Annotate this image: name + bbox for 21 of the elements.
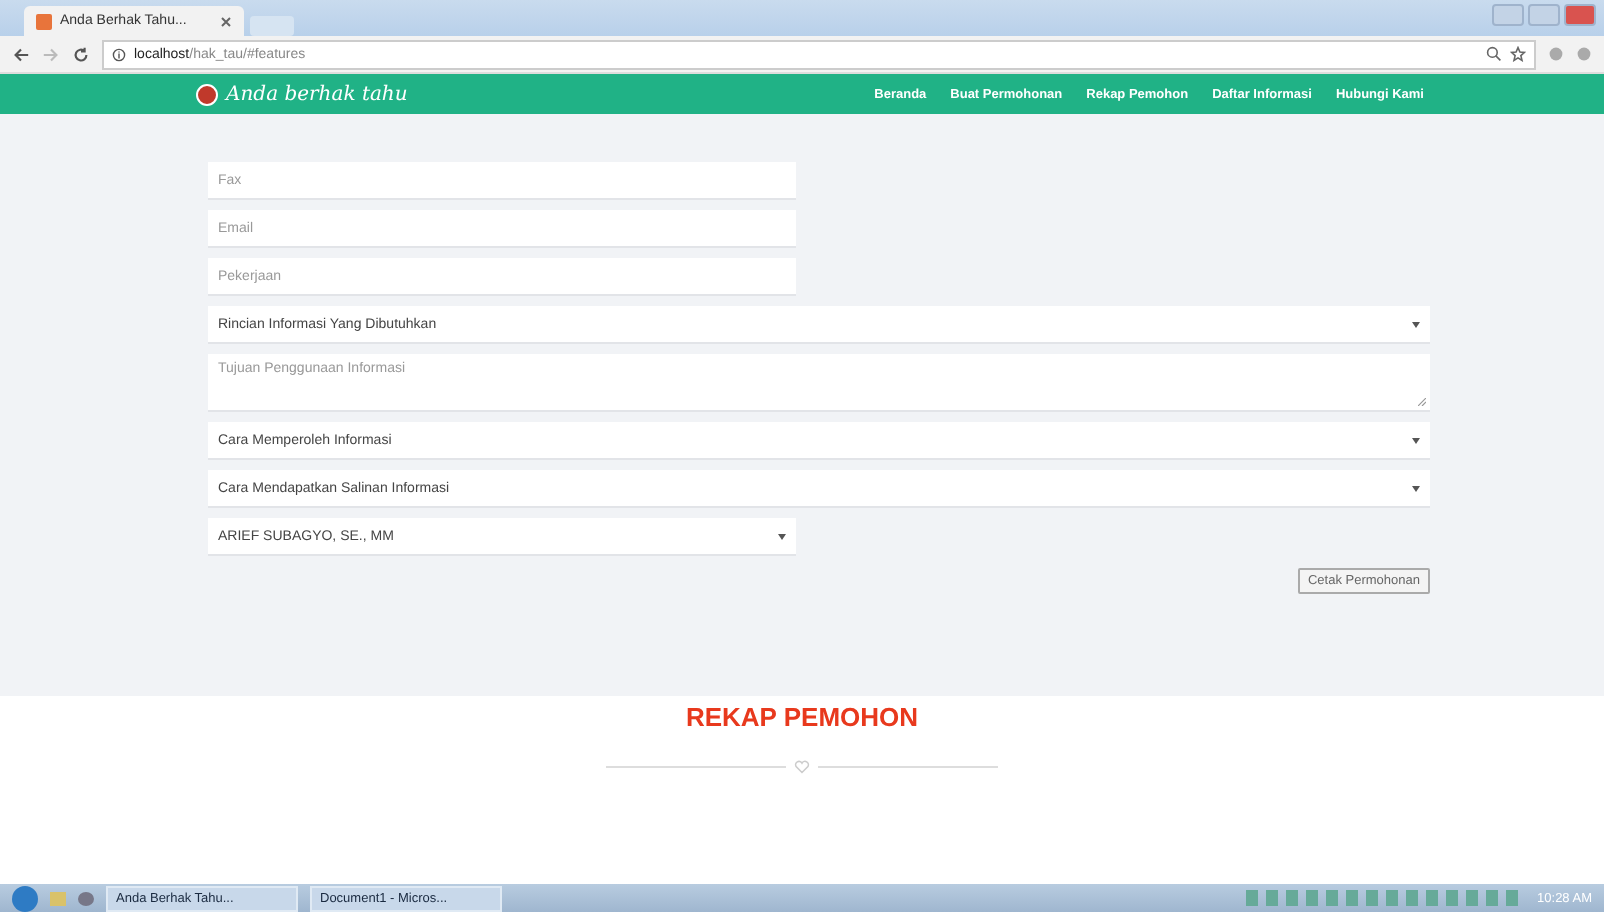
caret-icon bbox=[1412, 437, 1420, 443]
reload-icon[interactable] bbox=[72, 45, 90, 63]
info-icon bbox=[112, 47, 126, 61]
close-icon[interactable] bbox=[220, 15, 232, 27]
forward-arrow-icon[interactable] bbox=[42, 45, 60, 63]
caret-icon bbox=[1412, 321, 1420, 327]
minimize-button[interactable] bbox=[1492, 4, 1524, 26]
section-title: REKAP PEMOHON bbox=[685, 702, 919, 732]
zoom-icon[interactable] bbox=[1486, 46, 1502, 62]
maximize-button[interactable] bbox=[1528, 4, 1560, 26]
start-button[interactable] bbox=[12, 885, 38, 911]
resize-grip-icon[interactable] bbox=[1418, 398, 1426, 406]
back-arrow-icon[interactable] bbox=[12, 45, 30, 63]
brand-title[interactable]: Anda berhak tahu bbox=[226, 83, 408, 105]
star-icon[interactable] bbox=[1510, 46, 1526, 62]
caret-icon bbox=[1412, 485, 1420, 491]
close-window-button[interactable] bbox=[1564, 4, 1596, 26]
heart-icon bbox=[794, 760, 810, 774]
page-favicon-icon bbox=[36, 13, 52, 29]
caret-icon bbox=[778, 533, 786, 539]
logo-icon bbox=[196, 83, 218, 105]
